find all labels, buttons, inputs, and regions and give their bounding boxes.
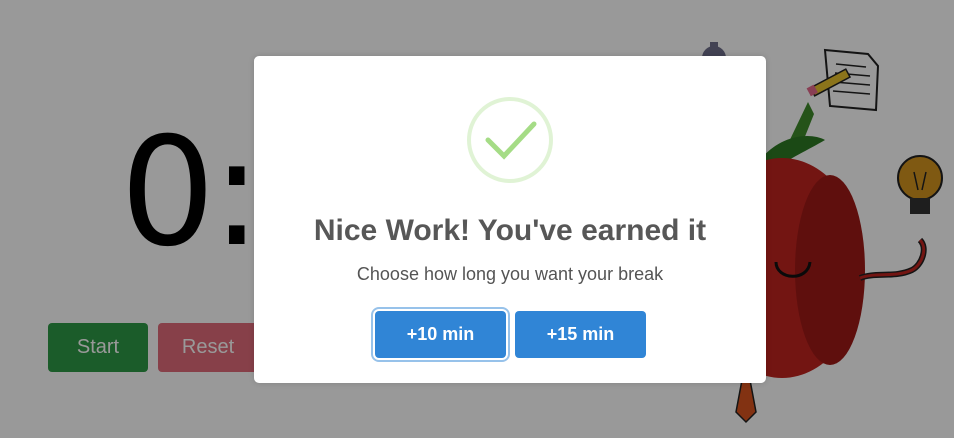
break-15-min-button[interactable]: +15 min xyxy=(515,311,646,358)
checkmark-success-icon xyxy=(467,97,553,183)
dialog-title: Nice Work! You've earned it xyxy=(313,214,707,247)
break-10-min-button[interactable]: +10 min xyxy=(375,311,506,358)
pomodoro-page: 0:00 Start Reset xyxy=(0,0,954,438)
break-dialog: Nice Work! You've earned it Choose how l… xyxy=(254,56,766,383)
dialog-text: Choose how long you want your break xyxy=(356,264,664,284)
